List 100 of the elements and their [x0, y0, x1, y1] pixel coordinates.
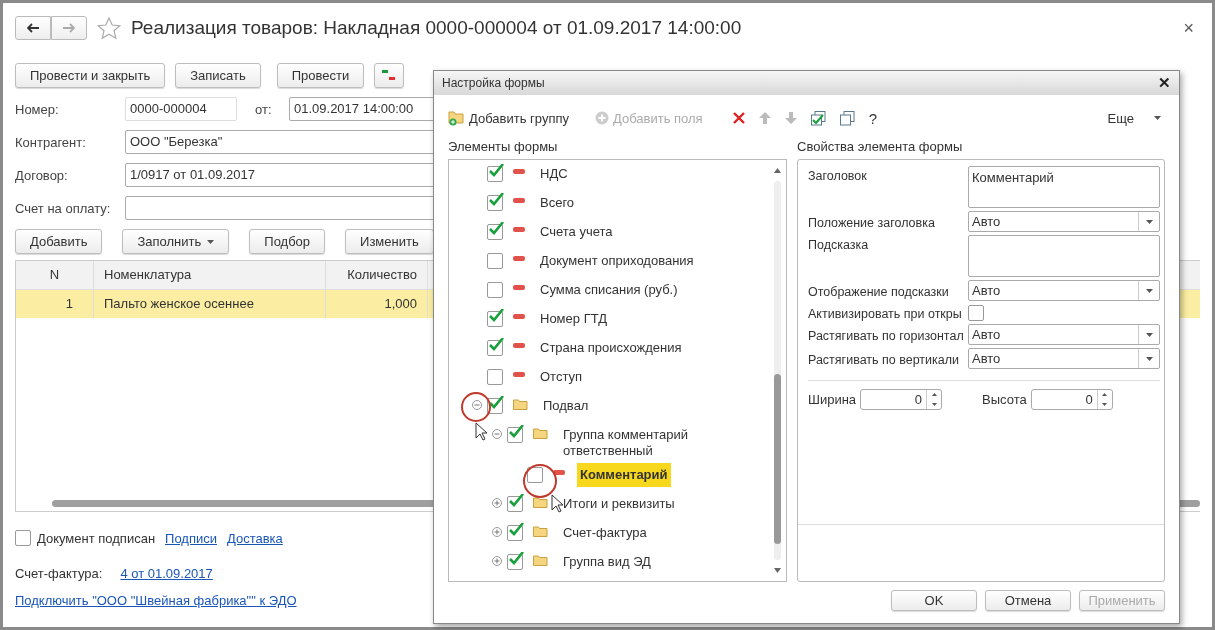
table-cell: 1: [16, 290, 94, 318]
tree-item[interactable]: Группа комментарий ответственный: [560, 423, 756, 463]
tree-item[interactable]: Сумма списания (руб.): [537, 278, 733, 302]
tree-checkbox[interactable]: [487, 398, 503, 414]
dialog-button[interactable]: Отмена: [985, 590, 1071, 611]
tree-item[interactable]: Номер ГТД: [537, 307, 733, 331]
property-label: Положение заголовка: [808, 215, 936, 230]
tree-checkbox[interactable]: [507, 496, 523, 512]
expand-icon[interactable]: [492, 556, 502, 566]
tree-checkbox[interactable]: [507, 525, 523, 541]
edo-link[interactable]: Подключить "ООО "Швейная фабрика"" к ЭДО: [15, 593, 297, 608]
field-label: Контрагент:: [15, 134, 87, 150]
scrollbar[interactable]: [773, 168, 782, 573]
field-icon: [513, 372, 525, 377]
expand-icon[interactable]: [492, 527, 502, 537]
select-field[interactable]: Авто: [968, 348, 1160, 369]
tree-item[interactable]: Счет-фактура: [560, 521, 756, 545]
invoice-link[interactable]: 4 от 01.09.2017: [120, 566, 213, 581]
uncheck-all-icon[interactable]: [839, 110, 855, 126]
tree-item[interactable]: Счета учета: [537, 220, 733, 244]
toolbar-button[interactable]: Провести: [276, 63, 365, 88]
tree-item[interactable]: Всего: [537, 191, 733, 215]
collapse-icon[interactable]: [472, 400, 482, 410]
tree-checkbox[interactable]: [527, 467, 543, 483]
select-field[interactable]: Авто: [968, 280, 1160, 301]
text-area[interactable]: Комментарий: [968, 166, 1160, 208]
scroll-down-icon[interactable]: [774, 568, 781, 573]
field-icon: [513, 314, 525, 319]
tree-checkbox[interactable]: [487, 340, 503, 356]
dialog-button[interactable]: OK: [891, 590, 977, 611]
table-cell: Пальто женское осеннее: [94, 290, 326, 318]
property-checkbox[interactable]: [968, 304, 984, 321]
scroll-up-icon[interactable]: [774, 168, 781, 173]
property-label: Высота: [982, 392, 1027, 407]
number-field[interactable]: 0000-000004: [125, 97, 237, 121]
table-button[interactable]: Заполнить: [122, 229, 230, 254]
property-label: Активизировать при откры: [808, 306, 963, 321]
number-spinner[interactable]: 0: [860, 389, 943, 410]
check-all-icon[interactable]: [810, 110, 826, 126]
more-button[interactable]: Еще: [1107, 110, 1161, 126]
folder-icon: [533, 427, 548, 439]
folder-icon: [533, 496, 548, 508]
down-arrow-icon[interactable]: [784, 112, 797, 124]
field-icon: [513, 227, 525, 232]
up-arrow-icon[interactable]: [758, 112, 771, 124]
tree-item[interactable]: Подвал: [540, 394, 736, 418]
field-icon: [513, 169, 525, 174]
tree-checkbox[interactable]: [487, 282, 503, 298]
toolbar-button[interactable]: Провести и закрыть: [15, 63, 166, 88]
property-label: Отображение подсказки: [808, 284, 950, 299]
property-label: Подсказка: [808, 237, 870, 252]
close-button[interactable]: ✕: [1158, 74, 1171, 92]
star-icon[interactable]: [97, 16, 121, 40]
tree-checkbox[interactable]: [507, 554, 523, 570]
tree-checkbox[interactable]: [487, 253, 503, 269]
tree-item[interactable]: Итоги и реквизиты: [560, 492, 756, 516]
tree-item[interactable]: Отступ: [537, 365, 733, 389]
debit-credit-icon: [381, 68, 398, 83]
caret-icon: [1154, 116, 1161, 120]
collapse-icon[interactable]: [492, 429, 502, 439]
tree-item[interactable]: НДС: [537, 162, 733, 186]
link[interactable]: Подписи: [165, 530, 217, 546]
close-button[interactable]: ×: [1177, 17, 1200, 39]
field-label: Счет-фактура:: [15, 566, 103, 581]
field-label: Номер:: [15, 101, 60, 117]
property-label: Заголовок: [808, 168, 868, 183]
field-icon: [553, 470, 565, 475]
signed-checkbox[interactable]: [15, 530, 31, 546]
text-area[interactable]: [968, 235, 1160, 277]
select-field[interactable]: Авто: [968, 324, 1160, 345]
delete-icon[interactable]: [732, 112, 745, 124]
property-label: Ширина: [808, 392, 857, 407]
back-button[interactable]: [15, 16, 51, 40]
add-group-button[interactable]: Добавить группу: [448, 110, 569, 126]
table-button[interactable]: Изменить: [345, 229, 434, 254]
number-spinner[interactable]: 0: [1030, 389, 1113, 410]
property-label: Растягивать по горизонтал: [808, 328, 965, 343]
mouse-cursor-icon: [551, 494, 564, 513]
tree-checkbox[interactable]: [507, 427, 523, 443]
tree-checkbox[interactable]: [487, 311, 503, 327]
folder-icon: [513, 398, 528, 410]
tree-item[interactable]: Группа вид ЭД: [560, 550, 756, 574]
help-button[interactable]: ?: [868, 109, 877, 127]
mouse-cursor-icon: [475, 422, 488, 441]
tree-checkbox[interactable]: [487, 166, 503, 182]
tree-item[interactable]: Документ оприходования: [537, 249, 733, 273]
field-label: от:: [255, 101, 273, 117]
tree-item[interactable]: Комментарий: [577, 463, 671, 487]
expand-icon[interactable]: [492, 498, 502, 508]
tree-checkbox[interactable]: [487, 369, 503, 385]
tree-checkbox[interactable]: [487, 195, 503, 211]
posting-button[interactable]: [374, 63, 405, 88]
table-button[interactable]: Подбор: [249, 229, 326, 254]
select-field[interactable]: Авто: [968, 211, 1160, 232]
back-arrow-icon: [27, 23, 39, 33]
tree-item[interactable]: Страна происхождения: [537, 336, 733, 360]
link[interactable]: Доставка: [227, 530, 283, 546]
toolbar-button[interactable]: Записать: [175, 63, 261, 88]
table-button[interactable]: Добавить: [15, 229, 103, 254]
tree-checkbox[interactable]: [487, 224, 503, 240]
